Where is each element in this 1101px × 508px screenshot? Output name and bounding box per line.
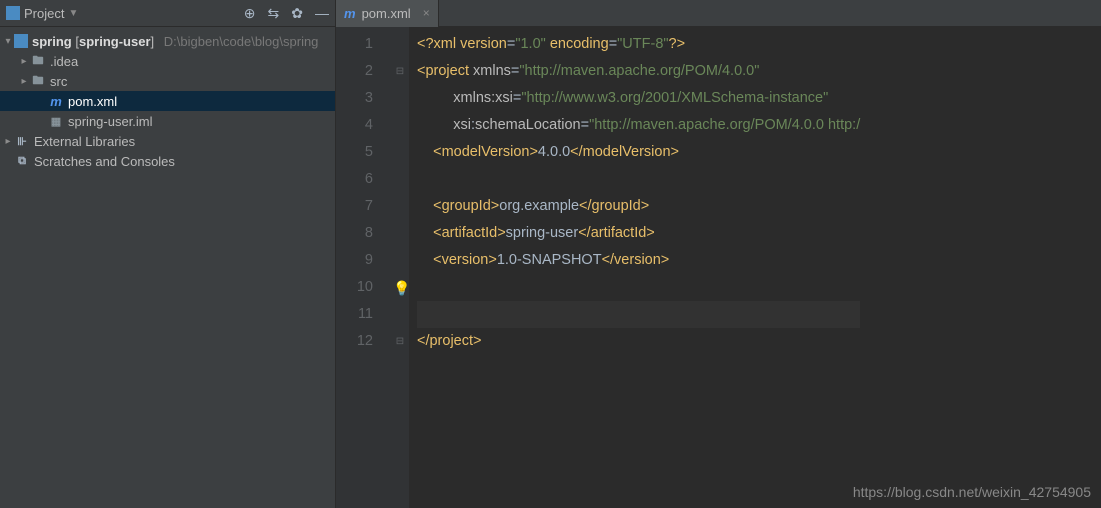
dropdown-icon: ▼ xyxy=(68,8,78,19)
folder-icon: 🖿 xyxy=(30,53,46,69)
project-path: D:\bigben\code\blog\spring xyxy=(164,34,319,49)
project-name: spring xyxy=(32,34,72,49)
minimize-icon[interactable]: — xyxy=(315,5,329,21)
module-name: spring-user xyxy=(79,34,151,49)
folder-icon: 🖿 xyxy=(30,73,46,89)
line-number-gutter: 123456789101112 xyxy=(336,27,391,508)
tree-external-libraries[interactable]: ▸ ⊪ External Libraries xyxy=(0,131,335,151)
project-tree: ▾ spring [spring-user] D:\bigben\code\bl… xyxy=(0,27,335,175)
tree-scratches[interactable]: ⧉ Scratches and Consoles xyxy=(0,151,335,171)
iml-icon: ▦ xyxy=(48,113,64,129)
sidebar-title[interactable]: Project ▼ xyxy=(6,6,244,21)
watermark: https://blog.csdn.net/weixin_42754905 xyxy=(853,484,1091,500)
code-content[interactable]: <?xml version="1.0" encoding="UTF-8"?><p… xyxy=(409,27,860,508)
close-icon[interactable]: × xyxy=(423,6,430,20)
libraries-icon: ⊪ xyxy=(14,133,30,149)
maven-icon: m xyxy=(48,93,64,109)
intention-bulb-icon[interactable]: 💡 xyxy=(393,275,410,302)
project-tool-window: Project ▼ ⊕ ⇆ ✿ — ▾ spring [spring-user]… xyxy=(0,0,336,508)
editor[interactable]: 123456789101112 ⊟ ⊟ 💡 <?xml version="1.0… xyxy=(336,27,1101,508)
tree-item-idea[interactable]: ▸ 🖿 .idea xyxy=(0,51,335,71)
chevron-right-icon: ▸ xyxy=(18,76,30,87)
fold-gutter: ⊟ ⊟ 💡 xyxy=(391,27,409,508)
locate-icon[interactable]: ⊕ xyxy=(244,5,256,22)
chevron-right-icon: ▸ xyxy=(2,136,14,147)
chevron-down-icon: ▾ xyxy=(2,36,14,47)
tree-item-iml[interactable]: ▦ spring-user.iml xyxy=(0,111,335,131)
tree-label: Scratches and Consoles xyxy=(34,154,175,169)
project-icon xyxy=(6,6,20,20)
tree-label: src xyxy=(50,74,67,89)
maven-icon: m xyxy=(344,6,356,21)
tree-project-root[interactable]: ▾ spring [spring-user] D:\bigben\code\bl… xyxy=(0,31,335,51)
scratches-icon: ⧉ xyxy=(14,153,30,169)
settings-icon[interactable]: ✿ xyxy=(291,5,303,22)
tree-item-pom[interactable]: m pom.xml xyxy=(0,91,335,111)
project-title-label: Project xyxy=(24,6,64,21)
tree-label: spring-user.iml xyxy=(68,114,153,129)
tab-bar: m pom.xml × xyxy=(336,0,1101,27)
chevron-right-icon: ▸ xyxy=(18,56,30,67)
sidebar-header: Project ▼ ⊕ ⇆ ✿ — xyxy=(0,0,335,27)
tree-label: .idea xyxy=(50,54,78,69)
expand-icon[interactable]: ⇆ xyxy=(268,5,280,22)
editor-area: m pom.xml × 123456789101112 ⊟ ⊟ 💡 xyxy=(336,0,1101,508)
module-icon xyxy=(14,34,28,48)
tab-label: pom.xml xyxy=(362,6,411,21)
tree-label: pom.xml xyxy=(68,94,117,109)
tree-item-src[interactable]: ▸ 🖿 src xyxy=(0,71,335,91)
tree-label: External Libraries xyxy=(34,134,135,149)
tab-pom-xml[interactable]: m pom.xml × xyxy=(336,0,439,27)
